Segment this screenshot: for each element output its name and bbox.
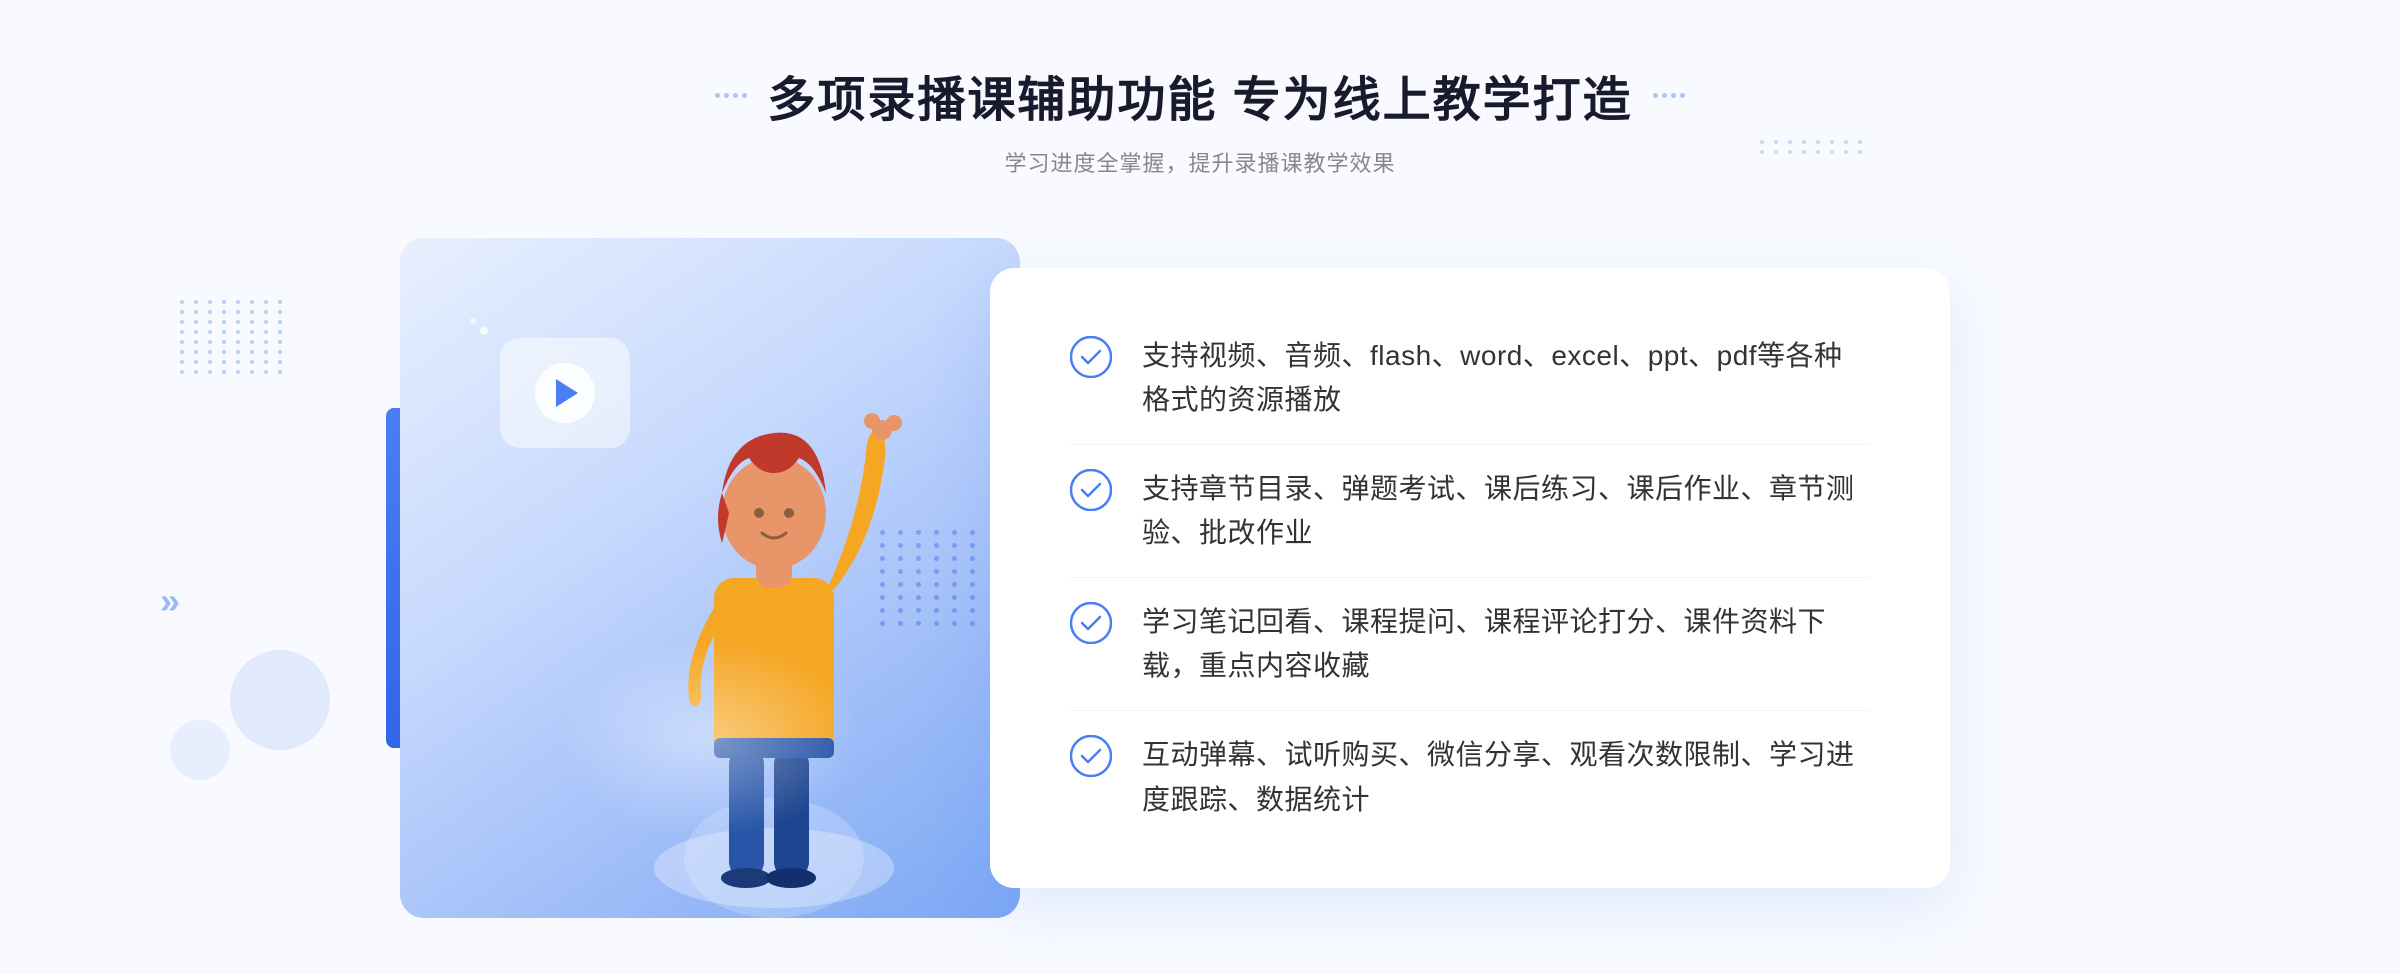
deco-dots-left xyxy=(180,300,300,420)
header-dots-left xyxy=(715,93,747,98)
features-card: 支持视频、音频、flash、word、excel、ppt、pdf等各种格式的资源… xyxy=(990,268,1950,888)
feature-item-1: 支持视频、音频、flash、word、excel、ppt、pdf等各种格式的资源… xyxy=(1070,324,1870,434)
feature-item-3: 学习笔记回看、课程提问、课程评论打分、课件资料下载，重点内容收藏 xyxy=(1070,590,1870,700)
sparkle-decoration xyxy=(470,318,488,335)
check-icon-1 xyxy=(1070,336,1112,378)
feature-item-4: 互动弹幕、试听购买、微信分享、观看次数限制、学习进度跟踪、数据统计 xyxy=(1070,723,1870,833)
check-icon-4 xyxy=(1070,735,1112,777)
check-icon-2 xyxy=(1070,469,1112,511)
check-icon-3 xyxy=(1070,602,1112,644)
feature-text-4: 互动弹幕、试听购买、微信分享、观看次数限制、学习进度跟踪、数据统计 xyxy=(1142,733,1870,823)
chevron-icon: » xyxy=(160,580,180,622)
side-accent xyxy=(386,408,400,748)
feature-text-1: 支持视频、音频、flash、word、excel、ppt、pdf等各种格式的资源… xyxy=(1142,334,1870,424)
deco-circle-large xyxy=(230,650,330,750)
feature-text-2: 支持章节目录、弹题考试、课后练习、课后作业、章节测验、批改作业 xyxy=(1142,467,1870,557)
page-container: » 多项录播课辅助功能 专为线上教学打造 学习进度全掌握，提升录播课教学效果 xyxy=(0,0,2400,974)
deco-dots-right xyxy=(1760,140,1820,200)
illustration-card xyxy=(400,238,1020,918)
header-dots-right xyxy=(1653,93,1685,98)
divider-3 xyxy=(1070,710,1870,711)
feature-item-2: 支持章节目录、弹题考试、课后练习、课后作业、章节测验、批改作业 xyxy=(1070,457,1870,567)
play-triangle xyxy=(556,379,578,407)
play-icon xyxy=(535,363,595,423)
header-decoration: 多项录播课辅助功能 专为线上教学打造 xyxy=(715,60,1684,130)
deco-circle-small xyxy=(170,720,230,780)
header-section: 多项录播课辅助功能 专为线上教学打造 学习进度全掌握，提升录播课教学效果 xyxy=(715,60,1684,178)
person-illustration xyxy=(614,318,934,918)
page-subtitle: 学习进度全掌握，提升录播课教学效果 xyxy=(715,146,1684,178)
page-title: 多项录播课辅助功能 专为线上教学打造 xyxy=(767,60,1632,130)
divider-2 xyxy=(1070,577,1870,578)
feature-text-3: 学习笔记回看、课程提问、课程评论打分、课件资料下载，重点内容收藏 xyxy=(1142,600,1870,690)
play-bubble xyxy=(500,338,630,448)
divider-1 xyxy=(1070,444,1870,445)
main-content: 支持视频、音频、flash、word、excel、ppt、pdf等各种格式的资源… xyxy=(400,238,2000,918)
